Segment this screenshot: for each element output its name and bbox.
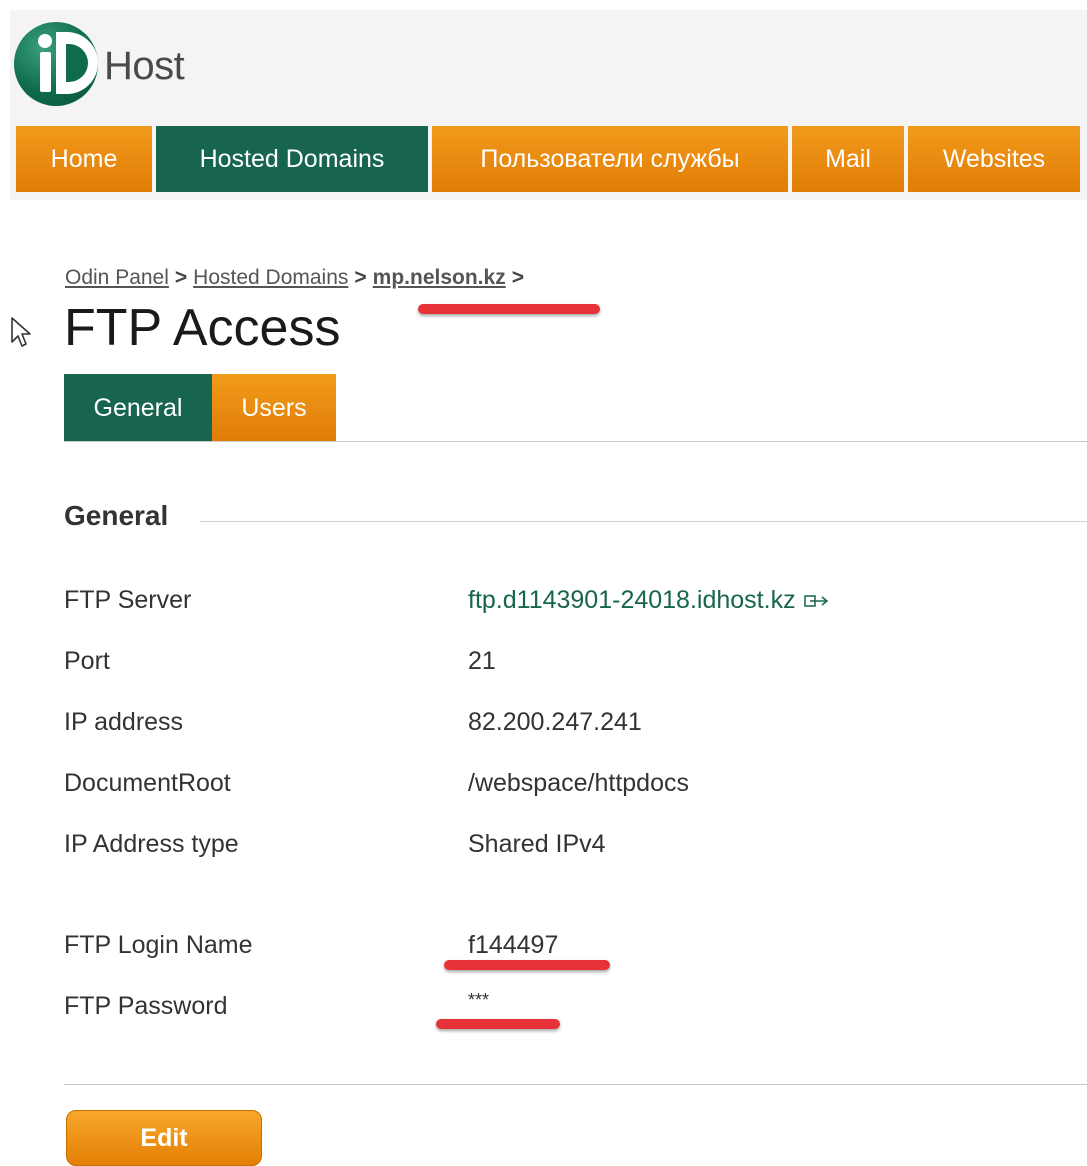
page-title: FTP Access — [64, 299, 341, 357]
field-value: Shared IPv4 — [468, 830, 606, 858]
nav-home[interactable]: Home — [16, 126, 152, 192]
edit-button[interactable]: Edit — [66, 1110, 262, 1166]
field-label: FTP Server — [64, 586, 192, 614]
annotation-underline-domain — [418, 304, 600, 314]
breadcrumb-separator: > — [511, 266, 524, 289]
nav-websites[interactable]: Websites — [908, 126, 1080, 192]
breadcrumb: Odin Panel > Hosted Domains > mp.nelson.kz > — [65, 266, 530, 290]
field-value: f144497 — [468, 931, 559, 959]
field-value: /webspace/httpdocs — [468, 769, 689, 797]
field-label: IP Address type — [64, 830, 239, 858]
form-divider — [64, 1084, 1087, 1085]
field-row-ftp-password: FTP Password *** — [64, 990, 1064, 1032]
breadcrumb-separator: > — [354, 266, 367, 289]
tab-users[interactable]: Users — [212, 374, 336, 442]
field-label: Port — [64, 647, 110, 675]
tabs-divider — [64, 441, 1087, 442]
field-label: FTP Login Name — [64, 931, 253, 959]
ftp-server-link[interactable]: ftp.d1143901-24018.idhost.kz — [468, 586, 830, 615]
field-value: 21 — [468, 647, 496, 675]
external-link-icon[interactable] — [803, 594, 830, 608]
section-title: General — [64, 500, 169, 531]
breadcrumb-separator: > — [174, 266, 188, 289]
tab-general[interactable]: General — [64, 374, 212, 442]
mouse-cursor-icon — [11, 317, 31, 347]
breadcrumb-hosted-domains[interactable]: Hosted Domains — [193, 266, 348, 289]
breadcrumb-domain[interactable]: mp.nelson.kz — [373, 266, 506, 289]
annotation-underline-login — [444, 960, 610, 970]
idhost-logo[interactable]: Host — [14, 22, 194, 106]
breadcrumb-odin-panel[interactable]: Odin Panel — [65, 266, 169, 289]
annotation-underline-password — [436, 1019, 560, 1029]
nav-hosted-domains[interactable]: Hosted Domains — [156, 126, 428, 192]
field-row-ip-address: IP address 82.200.247.241 — [64, 708, 1064, 748]
field-row-document-root: DocumentRoot /webspace/httpdocs — [64, 769, 1064, 809]
field-row-port: Port 21 — [64, 647, 1064, 687]
field-label: FTP Password — [64, 992, 228, 1020]
section-divider — [200, 521, 1087, 522]
main-nav: Home Hosted Domains Пользователи службы … — [16, 126, 1084, 192]
field-row-ftp-server: FTP Server ftp.d1143901-24018.idhost.kz — [64, 586, 1064, 626]
field-value: *** — [468, 990, 490, 1010]
field-label: IP address — [64, 708, 184, 736]
tab-bar: General Users — [64, 374, 336, 442]
field-row-ip-address-type: IP Address type Shared IPv4 — [64, 830, 1064, 870]
field-value: 82.200.247.241 — [468, 708, 642, 736]
nav-mail[interactable]: Mail — [792, 126, 904, 192]
nav-service-users[interactable]: Пользователи службы — [432, 126, 788, 192]
field-label: DocumentRoot — [64, 769, 231, 797]
logo-text: Host — [104, 44, 185, 88]
